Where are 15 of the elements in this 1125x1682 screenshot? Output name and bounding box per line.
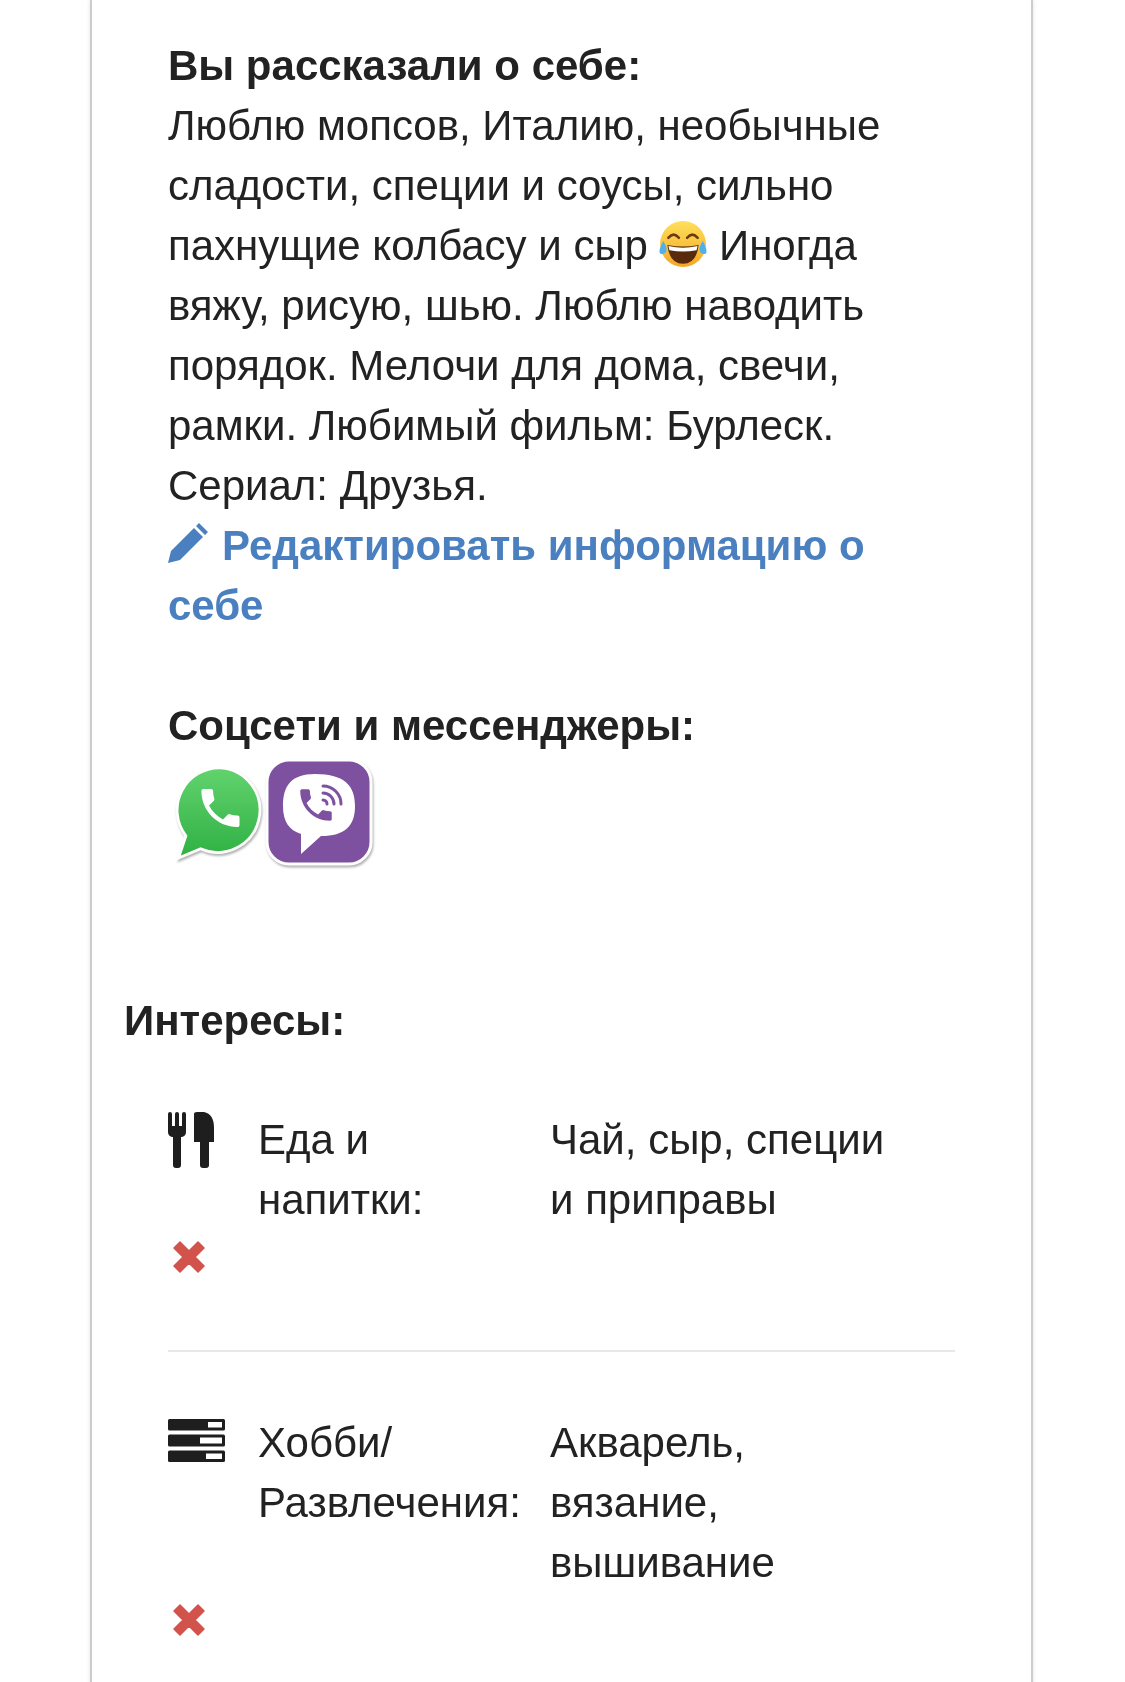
stacked-bars-icon xyxy=(168,1419,225,1462)
interests-heading: Интересы: xyxy=(124,996,347,1046)
edit-about-link[interactable]: Редактировать информацию о себе xyxy=(168,516,928,636)
socials-heading: Соцсети и мессенджеры: xyxy=(168,701,697,751)
delete-icon[interactable] xyxy=(171,1239,207,1275)
laughing-face-icon xyxy=(658,219,709,269)
fork-knife-icon xyxy=(168,1112,214,1168)
interest-value: Чай, сыр, специи и приправы xyxy=(550,1115,886,1225)
about-text: Люблю мопсов, Италию, необычные сладости, специи и соусы, сильно пахнущие колбасу и сыр Иногда вяжу, рисую, шью. Люблю наводить порядок. Мелочи для дома, свечи, рамки. Любимый фильм: Бурлеск. Сериал: Друзья. xyxy=(168,101,882,511)
interest-value: Акварель, вязание, вышивание xyxy=(550,1418,776,1588)
interest-label: Хобби/Развлечения: xyxy=(258,1418,522,1528)
pencil-icon xyxy=(168,523,208,563)
interest-label: Еда и напитки: xyxy=(258,1115,425,1225)
about-heading: Вы рассказали о себе: xyxy=(168,41,643,91)
delete-icon[interactable] xyxy=(171,1602,207,1638)
